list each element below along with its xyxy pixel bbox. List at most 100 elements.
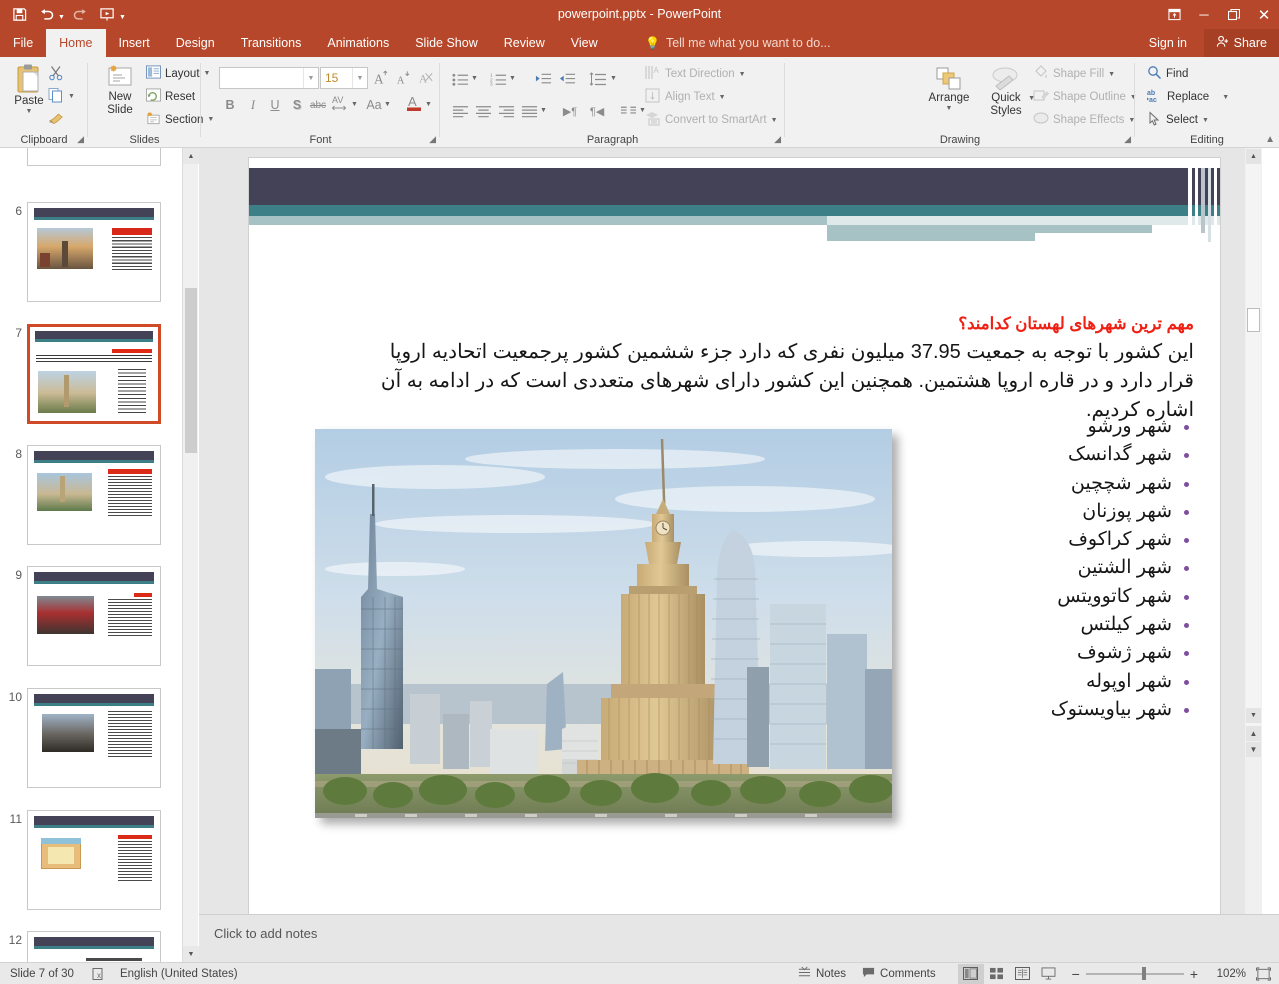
line-spacing-button[interactable] — [588, 69, 608, 89]
font-size-dropdown-icon[interactable]: ▼ — [352, 68, 367, 88]
tell-me-box[interactable]: 💡 Tell me what you want to do... — [645, 29, 831, 57]
slide-thumbnail-11[interactable] — [27, 810, 161, 910]
arrange-dropdown-icon[interactable]: ▼ — [946, 105, 953, 112]
font-name-dropdown-icon[interactable]: ▼ — [303, 68, 318, 88]
previous-slide-icon[interactable]: ▲ — [1246, 726, 1261, 741]
list-item[interactable]: شهر گدانسک — [984, 441, 1194, 469]
underline-button[interactable]: U — [265, 95, 285, 115]
share-button[interactable]: Share — [1203, 29, 1279, 57]
minimize-icon[interactable]: ─ — [1189, 0, 1219, 29]
slide-title[interactable]: مهم ترین شهرهای لهستان کدامند؟ — [294, 314, 1194, 334]
character-spacing-button[interactable]: AV — [330, 93, 350, 113]
tab-animations[interactable]: Animations — [314, 29, 402, 57]
select-button[interactable]: Select ▼ — [1147, 111, 1209, 129]
slide-canvas[interactable]: مهم ترین شهرهای لهستان کدامند؟ این کشور … — [249, 158, 1220, 984]
slide-thumbnail-12[interactable] — [27, 931, 161, 962]
slide-thumbnail[interactable] — [27, 148, 161, 166]
drawing-dialog-launcher-icon[interactable]: ◢ — [1124, 134, 1131, 145]
slide-scroll-thumb[interactable] — [1247, 308, 1260, 332]
thumbnail-panel-scrollbar[interactable]: ▲ ▼ — [182, 148, 199, 962]
new-slide-button[interactable]: New Slide — [96, 63, 144, 117]
shape-fill-dropdown-icon[interactable]: ▼ — [1108, 71, 1115, 78]
zoom-slider-handle[interactable] — [1141, 967, 1146, 980]
italic-button[interactable]: I — [243, 95, 263, 115]
slide-thumbnail-10[interactable] — [27, 688, 161, 788]
list-item[interactable]: شهر الشتین — [984, 554, 1194, 582]
close-icon[interactable]: ✕ — [1249, 0, 1279, 29]
paste-button[interactable]: Paste ▼ — [6, 63, 52, 115]
align-text-dropdown-icon[interactable]: ▼ — [719, 94, 726, 101]
arrange-button[interactable]: Arrange ▼ — [925, 66, 973, 112]
clear-formatting-button[interactable]: A — [416, 68, 436, 88]
bullets-button[interactable] — [450, 69, 470, 89]
format-painter-button[interactable] — [48, 109, 65, 128]
panel-scroll-thumb[interactable] — [185, 288, 197, 453]
slide-scroll-track[interactable] — [1246, 164, 1261, 740]
list-item[interactable]: شهر شچچین — [984, 470, 1194, 498]
line-spacing-dropdown-icon[interactable]: ▼ — [610, 75, 617, 82]
text-shadow-button[interactable]: S — [287, 95, 307, 115]
slide-vertical-scrollbar[interactable]: ▲ ▼ ▲ ▼ — [1245, 148, 1262, 914]
panel-scroll-up-icon[interactable]: ▲ — [183, 148, 199, 164]
comments-button[interactable]: Comments — [862, 966, 936, 982]
replace-button[interactable]: ab ac Replace ▼ — [1147, 88, 1229, 106]
tab-view[interactable]: View — [558, 29, 611, 57]
decrease-font-size-button[interactable]: A — [393, 68, 413, 88]
change-case-button[interactable]: Aa — [364, 95, 384, 115]
change-case-dropdown-icon[interactable]: ▼ — [384, 101, 391, 108]
slide-thumbnail-panel[interactable]: 6 7 8 9 10 11 12 — [0, 148, 182, 962]
list-item[interactable]: شهر کیلتس — [984, 611, 1194, 639]
reading-view-button[interactable] — [1010, 964, 1036, 984]
left-to-right-button[interactable]: ▶¶ — [560, 101, 580, 121]
align-left-button[interactable] — [450, 101, 470, 121]
tab-design[interactable]: Design — [163, 29, 228, 57]
list-item[interactable]: شهر بیاویستوک — [984, 696, 1194, 724]
center-button[interactable] — [473, 101, 493, 121]
tab-home[interactable]: Home — [46, 29, 106, 57]
language-indicator[interactable]: English (United States) — [120, 968, 238, 980]
slide-thumbnail-9[interactable] — [27, 566, 161, 666]
bullets-dropdown-icon[interactable]: ▼ — [471, 75, 478, 82]
fit-slide-to-window-icon[interactable] — [1256, 966, 1271, 981]
slide-photo-warsaw-skyline[interactable] — [315, 429, 892, 818]
slide-thumbnail-6[interactable] — [27, 202, 161, 302]
zoom-level-label[interactable]: 102% — [1212, 968, 1246, 980]
panel-scroll-down-icon[interactable]: ▼ — [183, 946, 199, 962]
ribbon-display-options-icon[interactable] — [1159, 0, 1189, 29]
collapse-ribbon-icon[interactable]: ▲ — [1265, 134, 1275, 145]
tab-slide-show[interactable]: Slide Show — [402, 29, 491, 57]
shape-fill-button[interactable]: Shape Fill ▼ — [1033, 65, 1115, 83]
select-dropdown-icon[interactable]: ▼ — [1202, 117, 1209, 124]
list-item[interactable]: شهر ژشوف — [984, 639, 1194, 667]
justify-dropdown-icon[interactable]: ▼ — [540, 107, 547, 114]
font-dialog-launcher-icon[interactable]: ◢ — [429, 134, 436, 145]
paragraph-dialog-launcher-icon[interactable]: ◢ — [774, 134, 781, 145]
slide-show-view-button[interactable] — [1036, 964, 1062, 984]
list-item[interactable]: شهر پوزنان — [984, 498, 1194, 526]
tab-file[interactable]: File — [0, 29, 46, 57]
align-text-button[interactable]: Align Text ▼ — [645, 88, 726, 106]
list-item[interactable]: شهر کاتوویتس — [984, 583, 1194, 611]
zoom-out-button[interactable]: − — [1072, 966, 1080, 982]
font-color-button[interactable]: A — [404, 93, 424, 113]
paste-dropdown-icon[interactable]: ▼ — [26, 108, 33, 115]
list-item[interactable]: شهر اوپوله — [984, 668, 1194, 696]
slide-scroll-up-icon[interactable]: ▲ — [1246, 149, 1261, 164]
normal-view-button[interactable] — [957, 963, 984, 984]
font-size-combo[interactable]: 15 ▼ — [320, 67, 368, 89]
font-color-dropdown-icon[interactable]: ▼ — [425, 101, 432, 108]
slide-body-text[interactable]: این کشور با توجه به جمعیت 37.95 میلیون ن… — [354, 338, 1194, 425]
align-right-button[interactable] — [496, 101, 516, 121]
city-bullet-list[interactable]: شهر ورشو شهر گدانسک شهر شچچین شهر پوزنان… — [984, 413, 1194, 724]
restore-icon[interactable] — [1219, 0, 1249, 29]
justify-button[interactable] — [519, 101, 539, 121]
slide-thumbnail-8[interactable] — [27, 445, 161, 545]
font-name-combo[interactable]: ▼ — [219, 67, 319, 89]
find-button[interactable]: Find — [1147, 65, 1188, 83]
spell-check-icon[interactable]: x — [92, 967, 106, 981]
columns-button[interactable] — [618, 101, 638, 121]
tab-insert[interactable]: Insert — [106, 29, 163, 57]
slide-thumbnail-7[interactable] — [27, 324, 161, 424]
list-item[interactable]: شهر ورشو — [984, 413, 1194, 441]
quick-styles-button[interactable]: Quick Styles ▼ — [981, 66, 1035, 118]
